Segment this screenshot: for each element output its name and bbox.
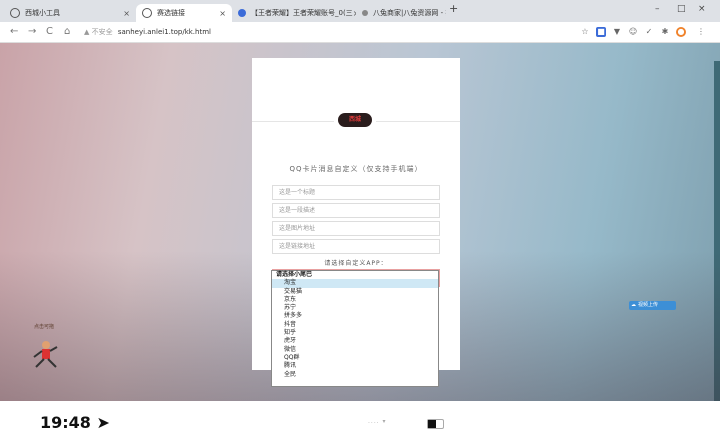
back-icon[interactable]: ← — [10, 26, 18, 38]
profile-avatar-icon[interactable]: ● — [676, 27, 686, 37]
dropdown-option[interactable]: 腾讯 — [272, 362, 438, 370]
tab-title: 赛选链接 — [157, 9, 185, 17]
title-input[interactable]: 这是一个标题 — [272, 185, 440, 200]
dropdown-option[interactable]: 微信 — [272, 346, 438, 354]
location-arrow-icon: ➤ — [96, 413, 110, 432]
dropdown-option[interactable]: 交易猫 — [272, 288, 438, 296]
dropdown-option[interactable]: 拼多多 — [272, 312, 438, 320]
draggable-mascot[interactable]: 点击可拖 — [26, 323, 66, 373]
site-logo: 西城 — [338, 113, 372, 127]
divider-right — [376, 121, 460, 122]
dropdown-option[interactable]: 知乎 — [272, 329, 438, 337]
tab-strip: 西城小工具 × 赛选链接 × 【王者荣耀】王者荣耀账号_0(三 × 八兔商家|八… — [0, 0, 720, 22]
share-button[interactable]: ☁ 视频上传 — [629, 301, 676, 310]
menu-icon[interactable]: ⋮ — [696, 27, 706, 37]
dropdown-option[interactable]: 抖音 — [272, 321, 438, 329]
minimize-button[interactable]: – — [655, 4, 660, 14]
tab-favicon-icon — [10, 8, 20, 18]
tab-4[interactable]: 八兔商家|八兔资源网 - 打造国内 × — [356, 4, 446, 22]
tab-favicon-icon — [142, 8, 152, 18]
tab-favicon-icon — [238, 9, 246, 17]
battery-icon — [427, 419, 444, 429]
link-url-input[interactable]: 这是链接地址 — [272, 239, 440, 254]
extension-puzzle-icon[interactable]: ☺ — [628, 27, 638, 37]
dropdown-option[interactable]: 淘宝 — [272, 279, 438, 288]
status-time: 19:48 ➤ — [40, 413, 110, 432]
tab-2[interactable]: 赛选链接 × — [136, 4, 232, 22]
bookmark-star-icon[interactable]: ☆ — [580, 27, 590, 37]
dropdown-option[interactable]: 全民 — [272, 371, 438, 379]
maximize-button[interactable]: □ — [677, 4, 686, 14]
browser-toolbar: ← → C ⌂ ▲ 不安全 sanheyi.anlei1.top/kk.html… — [0, 22, 720, 43]
dropdown-header[interactable]: 请选择小尾巴 — [272, 271, 438, 279]
tab-title: 西城小工具 — [25, 9, 60, 17]
close-icon[interactable]: × — [219, 9, 226, 18]
pin-icon[interactable]: ✱ — [660, 27, 670, 37]
divider-left — [252, 121, 334, 122]
description-input[interactable]: 这是一段描述 — [272, 203, 440, 218]
home-icon[interactable]: ⌂ — [64, 26, 70, 38]
extension-icon[interactable]: ■ — [596, 27, 606, 37]
app-select-label: 请选择自定义APP： — [324, 260, 388, 267]
image-url-input[interactable]: 这是图片地址 — [272, 221, 440, 236]
forward-icon[interactable]: → — [28, 26, 36, 38]
running-man-icon — [33, 341, 58, 368]
filter-icon[interactable]: ▼ — [612, 27, 622, 37]
phone-status-bar: 19:48 ➤ .... ▾ — [0, 401, 720, 447]
scrollbar[interactable] — [714, 61, 720, 401]
dropdown-option[interactable]: QQ群 — [272, 354, 438, 362]
tab-1[interactable]: 西城小工具 × — [4, 4, 136, 22]
address-bar[interactable]: ▲ 不安全 sanheyi.anlei1.top/kk.html — [84, 25, 211, 39]
tab-favicon-icon — [362, 10, 368, 16]
check-icon[interactable]: ✓ — [644, 27, 654, 37]
cloud-icon: ☁ — [631, 302, 636, 308]
reload-icon[interactable]: C — [46, 26, 53, 38]
tail-dropdown-list[interactable]: 请选择小尾巴 淘宝 交易猫 京东 苏宁 拼多多 抖音 知乎 虎牙 微信 QQ群 腾讯 全民 — [271, 270, 439, 387]
close-icon[interactable]: × — [123, 9, 130, 18]
dropdown-option[interactable]: 虎牙 — [272, 337, 438, 345]
new-tab-button[interactable]: + — [449, 2, 458, 15]
close-window-button[interactable]: × — [698, 4, 706, 14]
url-text: sanheyi.anlei1.top/kk.html — [117, 28, 211, 36]
tab-title: 八兔商家|八兔资源网 - 打造国内 — [373, 9, 446, 17]
tab-title: 【王者荣耀】王者荣耀账号_0(三 — [251, 9, 353, 17]
dropdown-option[interactable]: 京东 — [272, 296, 438, 304]
share-label: 视频上传 — [638, 302, 659, 308]
tab-3[interactable]: 【王者荣耀】王者荣耀账号_0(三 × — [232, 4, 356, 22]
page-subtitle: QQ卡片消息自定义（仅支持手机端） — [289, 165, 423, 173]
signal-icon: .... ▾ — [368, 418, 387, 425]
insecure-warning: ▲ 不安全 — [84, 28, 113, 36]
mascot-caption: 点击可拖 — [34, 324, 55, 330]
